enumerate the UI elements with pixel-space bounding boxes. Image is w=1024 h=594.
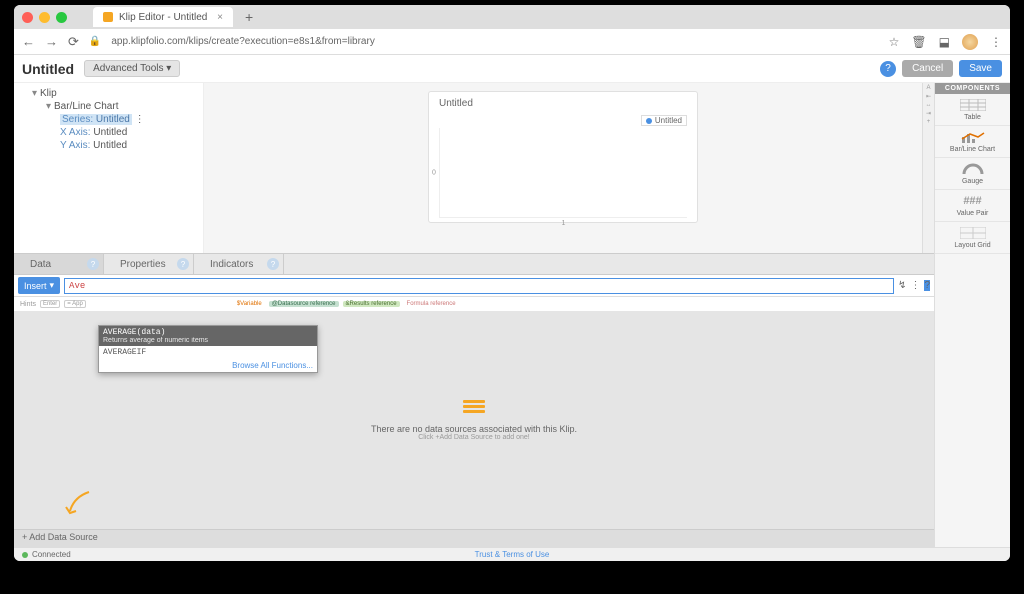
autocomplete-item[interactable]: AVERAGEIF: [99, 346, 317, 359]
insert-button[interactable]: Insert ▾: [18, 277, 60, 294]
expand-icon[interactable]: +: [927, 119, 931, 125]
back-icon[interactable]: ←: [22, 34, 35, 49]
chart-title: Untitled: [439, 98, 687, 113]
component-table[interactable]: Table: [935, 94, 1010, 126]
align-center-icon[interactable]: ↔: [926, 102, 932, 108]
formula-input[interactable]: [64, 278, 894, 294]
datasource-hint: @Datasource reference: [269, 301, 339, 307]
formula-help-icon[interactable]: ?: [924, 280, 930, 291]
component-valuepair[interactable]: ### Value Pair: [935, 190, 1010, 222]
align-left-icon[interactable]: ⇤: [926, 93, 931, 100]
url-text[interactable]: app.klipfolio.com/klips/create?execution…: [111, 36, 878, 47]
maximize-window-icon[interactable]: [56, 12, 67, 23]
datasource-hint-text: Click +Add Data Source to add one!: [418, 434, 529, 441]
chart-plot: 0 1: [439, 128, 687, 218]
profile-avatar[interactable]: [962, 34, 978, 50]
barline-icon: [958, 130, 988, 144]
component-layoutgrid[interactable]: Layout Grid: [935, 222, 1010, 254]
tree-xaxis[interactable]: X Axis: Untitled: [20, 126, 197, 139]
forward-icon[interactable]: →: [45, 34, 58, 49]
lock-icon: 🔒: [89, 36, 101, 47]
favicon: [103, 12, 113, 22]
align-a-icon[interactable]: A: [926, 85, 930, 91]
url-bar: ← → ⟳ 🔒 app.klipfolio.com/klips/create?e…: [14, 29, 1010, 55]
tab-title: Klip Editor - Untitled: [119, 12, 207, 23]
connection-status: Connected: [32, 550, 71, 559]
bookmark-icon[interactable]: ☆: [889, 35, 900, 49]
table-icon: [958, 98, 988, 112]
add-datasource-button[interactable]: + Add Data Source: [14, 529, 934, 547]
hint-bar: Hints Enter = App $Variable @Datasource …: [14, 297, 934, 311]
tree-klip[interactable]: ▾Klip: [20, 87, 197, 100]
align-tools: A ⇤ ↔ ⇥ +: [922, 83, 934, 253]
app-toolbar: Untitled Advanced Tools ▾ ? Cancel Save: [14, 55, 1010, 83]
arrow-icon: [64, 489, 94, 519]
components-header: COMPONENTS: [935, 83, 1010, 94]
chart-legend[interactable]: Untitled: [641, 115, 687, 126]
close-tab-icon[interactable]: ×: [217, 12, 223, 23]
formula-hint: Formula reference: [404, 301, 459, 307]
datasource-empty-text: There are no data sources associated wit…: [371, 424, 577, 434]
trash-icon[interactable]: 🗑: [911, 35, 926, 49]
enter-key-hint: Enter: [40, 300, 60, 308]
new-tab-icon[interactable]: +: [245, 9, 253, 25]
component-gauge[interactable]: Gauge: [935, 158, 1010, 190]
connection-dot-icon: [22, 552, 28, 558]
formula-menu-icon[interactable]: ⋮: [910, 280, 920, 291]
tree-series[interactable]: Series: Untitled ⋮: [20, 113, 197, 126]
apply-hint: = App: [64, 300, 86, 308]
save-button[interactable]: Save: [959, 60, 1002, 77]
component-barline[interactable]: Bar/Line Chart: [935, 126, 1010, 158]
valuepair-icon: ###: [958, 194, 988, 208]
cancel-button[interactable]: Cancel: [902, 60, 953, 77]
formula-bar: Insert ▾ ↯ ⋮ ?: [14, 275, 934, 297]
align-right-icon[interactable]: ⇥: [926, 110, 931, 117]
x-tick: 1: [562, 220, 566, 227]
formula-action-icon[interactable]: ↯: [898, 280, 906, 291]
gauge-icon: [958, 162, 988, 176]
reload-icon[interactable]: ⟳: [68, 34, 79, 50]
tab-indicators[interactable]: Indicators?: [194, 254, 284, 274]
window-titlebar: Klip Editor - Untitled × +: [14, 5, 1010, 29]
tab-properties[interactable]: Properties?: [104, 254, 194, 274]
variable-hint: $Variable: [234, 301, 265, 307]
component-tree: ▾Klip ▾Bar/Line Chart Series: Untitled ⋮…: [14, 83, 204, 253]
datasource-icon: [463, 400, 485, 418]
minimize-window-icon[interactable]: [39, 12, 50, 23]
tab-data[interactable]: Data?: [14, 254, 104, 274]
y-tick: 0: [432, 169, 436, 176]
hints-label: Hints: [20, 301, 36, 308]
tree-barline[interactable]: ▾Bar/Line Chart: [20, 100, 197, 113]
close-window-icon[interactable]: [22, 12, 33, 23]
panel-tabs: Data? Properties? Indicators?: [14, 253, 934, 275]
layoutgrid-icon: [958, 226, 988, 240]
advanced-tools-button[interactable]: Advanced Tools ▾: [84, 60, 180, 77]
autocomplete-popup: AVERAGE(data) Returns average of numeric…: [98, 325, 318, 373]
browse-functions-link[interactable]: Browse All Functions...: [99, 359, 317, 372]
extension-icon[interactable]: ⬓: [939, 35, 950, 49]
status-bar: Connected Trust & Terms of Use: [14, 547, 1010, 561]
terms-link[interactable]: Trust & Terms of Use: [475, 550, 550, 559]
chart-preview: Untitled Untitled 0 1: [428, 91, 698, 223]
results-hint: &Results reference: [343, 301, 400, 307]
autocomplete-item-selected[interactable]: AVERAGE(data) Returns average of numeric…: [99, 326, 317, 346]
help-icon[interactable]: ?: [880, 61, 896, 77]
tree-yaxis[interactable]: Y Axis: Untitled: [20, 139, 197, 152]
components-sidebar: COMPONENTS Table Bar/Line Chart Gauge ##…: [934, 83, 1010, 547]
klip-title[interactable]: Untitled: [22, 61, 74, 77]
browser-tab[interactable]: Klip Editor - Untitled ×: [93, 7, 233, 27]
menu-icon[interactable]: ⋮: [990, 35, 1002, 49]
